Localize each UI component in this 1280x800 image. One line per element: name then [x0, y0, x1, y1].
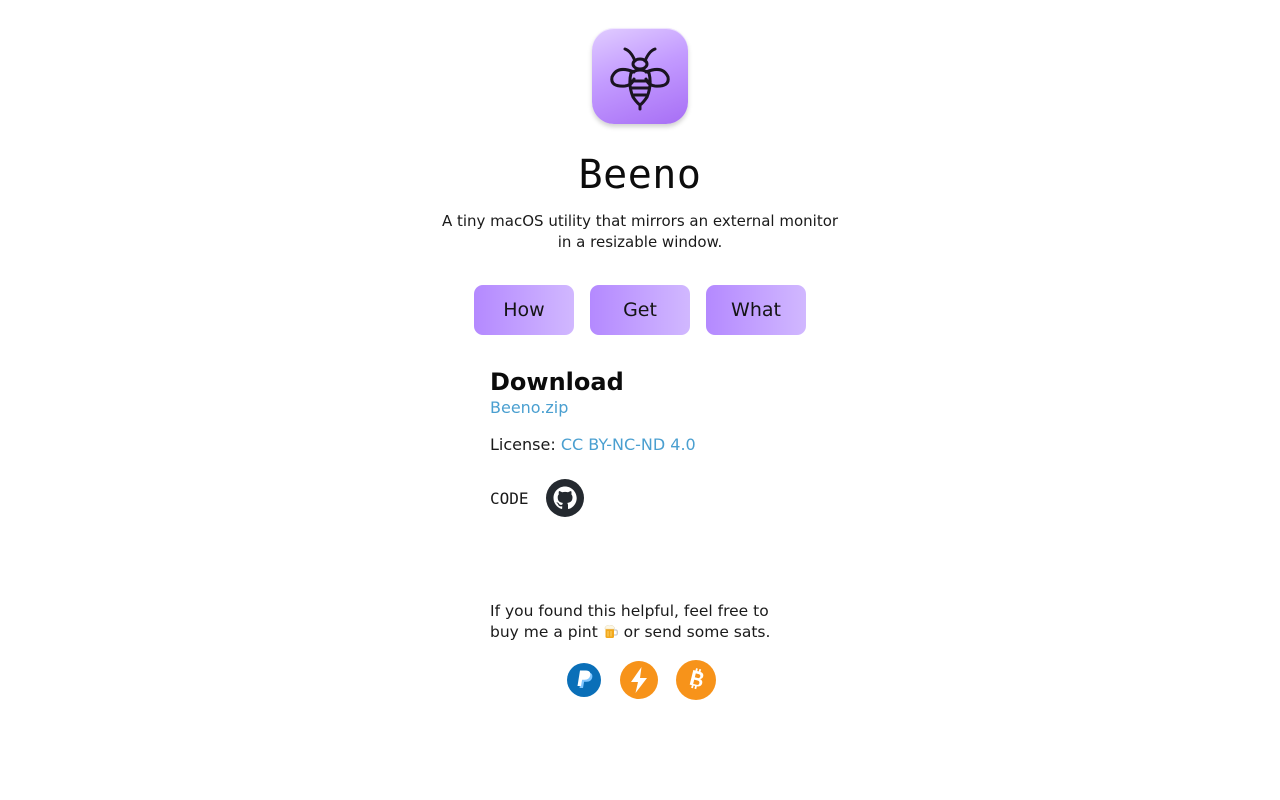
nav-get-button[interactable]: Get [590, 285, 690, 335]
download-zip-link[interactable]: Beeno.zip [490, 398, 568, 417]
download-heading: Download [490, 368, 624, 396]
nav-how-button[interactable]: How [474, 285, 574, 335]
support-line1: If you found this helpful, feel free to [490, 602, 769, 620]
app-tagline: A tiny macOS utility that mirrors an ext… [441, 212, 839, 251]
github-icon[interactable] [545, 478, 585, 518]
payment-row [566, 660, 716, 704]
code-row: CODE [490, 478, 810, 518]
support-text: If you found this helpful, feel free to … [490, 601, 790, 645]
bee-icon [592, 28, 688, 124]
lightning-icon[interactable] [620, 661, 658, 703]
download-row: Beeno.zip [490, 398, 810, 417]
license-prefix: License: [490, 435, 556, 454]
nav-bar: How Get What [474, 285, 806, 335]
page: Beeno A tiny macOS utility that mirrors … [0, 0, 1280, 800]
beer-icon [603, 623, 619, 645]
bitcoin-icon[interactable] [676, 660, 716, 704]
support-line2-after: or send some sats. [623, 623, 771, 641]
code-label: CODE [490, 488, 529, 508]
license-row: License: CC BY-NC-ND 4.0 [490, 435, 810, 454]
license-link[interactable]: CC BY-NC-ND 4.0 [561, 435, 696, 454]
nav-what-button[interactable]: What [706, 285, 806, 335]
paypal-icon[interactable] [566, 662, 602, 702]
support-line2-before: buy me a pint [490, 623, 598, 641]
app-title: Beeno [578, 152, 702, 198]
